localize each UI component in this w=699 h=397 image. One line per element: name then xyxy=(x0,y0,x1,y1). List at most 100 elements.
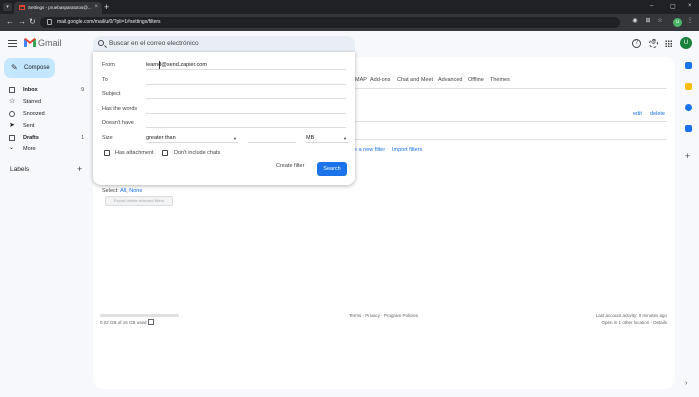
send-icon: ➤ xyxy=(9,122,15,129)
translate-icon[interactable]: ⊞ xyxy=(644,17,652,25)
to-row: To xyxy=(102,75,346,87)
tasks-icon[interactable] xyxy=(685,104,692,111)
doesnt-have-field[interactable] xyxy=(146,118,346,128)
compose-label: Compose xyxy=(24,65,50,71)
tab-addons[interactable]: Add-ons xyxy=(370,77,391,83)
tab-themes[interactable]: Themes xyxy=(490,77,510,83)
account-avatar[interactable]: U xyxy=(680,37,692,49)
help-icon[interactable]: ? xyxy=(632,39,641,48)
filter-row-divider xyxy=(351,121,667,122)
reload-icon[interactable]: ↻ xyxy=(29,17,36,27)
browser-tab-bar: ▾ Settings - pruebasparatutos@... × + – … xyxy=(0,0,699,14)
sidebar-item-label: More xyxy=(23,146,36,152)
tab-pop-imap[interactable]: MAP xyxy=(355,77,367,83)
create-filter-button[interactable]: Create filter xyxy=(276,163,304,169)
forward-icon[interactable]: → xyxy=(18,17,26,27)
calendar-icon[interactable] xyxy=(685,62,692,69)
site-info-icon[interactable] xyxy=(47,19,52,25)
has-attachment-checkbox[interactable] xyxy=(104,150,110,156)
from-field[interactable]: learnd@send.zapier.com xyxy=(146,60,346,70)
dont-include-chats-checkbox[interactable] xyxy=(162,150,168,156)
add-label-icon[interactable]: + xyxy=(77,164,82,174)
address-bar-row: ← → ↻ mail.google.com/mail/u/0/?pli=1#se… xyxy=(0,14,699,31)
sidebar-item-count: 9 xyxy=(81,87,84,93)
import-filters-link[interactable]: Import filters xyxy=(392,147,422,153)
sidebar-item-starred[interactable]: ☆ Starred xyxy=(0,97,90,108)
pencil-icon: ✎ xyxy=(11,63,18,72)
chevron-down-icon: ⌄ xyxy=(9,145,15,151)
get-addons-icon[interactable]: + xyxy=(685,152,692,161)
search-input[interactable]: Buscar en el correo electrónico xyxy=(109,40,199,47)
doesnt-have-row: Doesn't have xyxy=(102,118,346,130)
browser-tab[interactable]: Settings - pruebasparatutos@... × xyxy=(14,2,102,14)
dont-include-chats-label: Don't include chats xyxy=(174,150,221,156)
sidebar-item-label: Drafts xyxy=(23,135,39,141)
expand-panel-icon[interactable]: › xyxy=(685,380,692,387)
edit-filter-link[interactable]: edit xyxy=(633,111,642,117)
select-controls: Select: All, None xyxy=(102,188,143,194)
size-operator-value: greater than xyxy=(146,135,176,141)
main-menu-icon[interactable] xyxy=(8,40,17,47)
storage-progress-bar xyxy=(100,314,179,317)
size-operator-select[interactable]: greater than ▼ xyxy=(146,133,238,143)
activity-details-link[interactable]: Open in 1 other location · Details xyxy=(601,320,667,325)
bookmark-star-icon[interactable]: ☆ xyxy=(656,17,664,25)
caret-down-icon: ▼ xyxy=(343,136,347,141)
tab-title: Settings - pruebasparatutos@... xyxy=(28,5,92,10)
from-row: From learnd@send.zapier.com xyxy=(102,60,346,72)
eye-icon[interactable]: ◉ xyxy=(631,17,639,25)
sidebar-item-snoozed[interactable]: Snoozed xyxy=(0,109,90,120)
browser-menu-icon[interactable]: ⋮ xyxy=(686,17,694,25)
keep-icon[interactable] xyxy=(685,83,692,90)
export-delete-button[interactable]: Export delete selected filters xyxy=(105,196,173,206)
new-tab-button[interactable]: + xyxy=(104,2,109,12)
close-window-icon[interactable]: × xyxy=(688,3,692,9)
subject-field[interactable] xyxy=(146,89,346,99)
caret-down-icon: ▼ xyxy=(233,136,237,141)
tab-offline[interactable]: Offline xyxy=(468,77,484,83)
sidebar-item-label: Snoozed xyxy=(23,111,45,117)
sidebar-item-more[interactable]: ⌄ More xyxy=(0,144,90,155)
sidebar-item-label: Sent xyxy=(23,123,35,129)
select-none-link[interactable]: None xyxy=(129,188,142,194)
create-new-filter-link[interactable]: e a new filter xyxy=(354,147,385,153)
size-value-input[interactable] xyxy=(248,133,296,143)
size-unit-select[interactable]: MB ▼ xyxy=(306,133,348,143)
tab-advanced[interactable]: Advanced xyxy=(438,77,462,83)
sidebar-item-count: 1 xyxy=(81,135,84,141)
tab-close-icon[interactable]: × xyxy=(94,4,98,10)
search-button[interactable]: Search xyxy=(317,162,347,176)
compose-button[interactable]: ✎ Compose xyxy=(4,58,55,78)
google-apps-icon[interactable] xyxy=(665,40,672,47)
has-words-field[interactable] xyxy=(146,104,346,114)
browser-profile-avatar[interactable]: u xyxy=(673,18,682,27)
delete-filter-link[interactable]: delete xyxy=(650,111,665,117)
url-input[interactable]: mail.google.com/mail/u/0/?pli=1#settings… xyxy=(40,17,620,28)
search-icon[interactable] xyxy=(98,40,104,46)
back-icon[interactable]: ← xyxy=(6,17,14,27)
tab-chat-and-meet[interactable]: Chat and Meet xyxy=(397,77,433,83)
sidebar-item-label: Starred xyxy=(23,99,42,105)
external-link-icon[interactable] xyxy=(148,319,154,325)
from-label: From xyxy=(102,62,115,68)
maximize-icon[interactable]: ▢ xyxy=(670,3,676,10)
contacts-icon[interactable] xyxy=(685,125,692,132)
tabs-divider xyxy=(351,88,667,89)
footer-links[interactable]: Terms · Privacy · Program Policies xyxy=(349,313,418,318)
has-words-row: Has the words xyxy=(102,104,346,116)
labels-heading: Labels xyxy=(10,166,30,173)
draft-icon xyxy=(9,135,15,141)
sidebar-item-sent[interactable]: ➤ Sent xyxy=(0,121,90,132)
minimize-icon[interactable]: – xyxy=(650,3,653,9)
tab-search-icon[interactable]: ▾ xyxy=(3,3,12,11)
sidebar-item-drafts[interactable]: Drafts 1 xyxy=(0,133,90,144)
has-words-label: Has the words xyxy=(102,106,138,112)
search-options-panel: From learnd@send.zapier.com To Subject H… xyxy=(93,52,355,185)
sidebar-item-inbox[interactable]: Inbox 9 xyxy=(0,85,90,96)
subject-row: Subject xyxy=(102,89,346,101)
to-field[interactable] xyxy=(146,75,346,85)
gmail-logo-icon xyxy=(24,38,36,47)
search-bar[interactable]: Buscar en el correo electrónico xyxy=(93,36,355,52)
settings-gear-icon[interactable]: ⚙ xyxy=(649,39,658,48)
sidebar-item-label: Inbox xyxy=(23,87,38,93)
